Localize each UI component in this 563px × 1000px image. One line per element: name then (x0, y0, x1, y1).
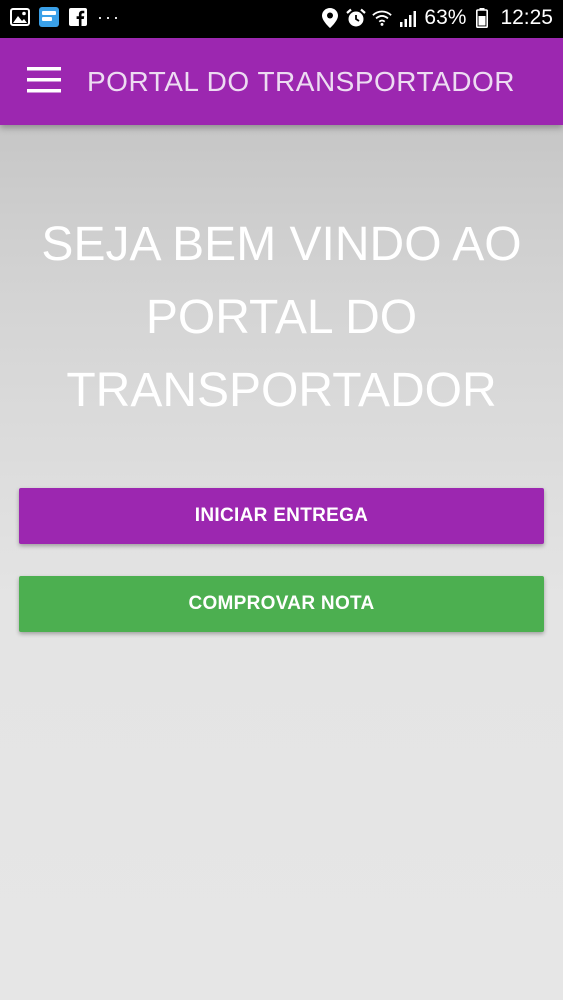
app-screen: ··· 63% 12:25 PORTAL DO TRANSPORTADOR SE… (0, 0, 563, 1000)
welcome-line-3: TRANSPORTADOR (66, 364, 497, 417)
app-bar: PORTAL DO TRANSPORTADOR (0, 38, 563, 125)
alarm-icon (346, 8, 367, 28)
battery-icon (472, 8, 492, 28)
app-title: PORTAL DO TRANSPORTADOR (87, 66, 515, 97)
hamburger-menu-icon (27, 65, 61, 100)
status-bar: ··· 63% 12:25 (0, 0, 563, 38)
start-delivery-button[interactable]: INICIAR ENTREGA (19, 488, 544, 544)
welcome-heading: SEJA BEM VINDO AO PORTAL DO TRANSPORTADO… (0, 208, 563, 427)
welcome-line-2: PORTAL DO (145, 291, 418, 344)
system-status: 63% 12:25 (320, 6, 553, 30)
proof-note-button[interactable]: COMPROVAR NOTA (19, 576, 544, 632)
wifi-icon (372, 8, 393, 28)
clock: 12:25 (500, 6, 553, 29)
welcome-line-1: SEJA BEM VINDO AO (41, 218, 522, 271)
more-notifications-icon: ··· (97, 7, 121, 27)
signal-icon (398, 8, 418, 28)
notification-icons: ··· (10, 7, 121, 27)
wordbit-icon (39, 7, 59, 27)
facebook-icon (68, 7, 88, 27)
menu-button[interactable] (20, 62, 68, 102)
battery-percent: 63% (424, 6, 467, 29)
location-icon (320, 8, 340, 28)
gallery-icon (10, 7, 30, 27)
